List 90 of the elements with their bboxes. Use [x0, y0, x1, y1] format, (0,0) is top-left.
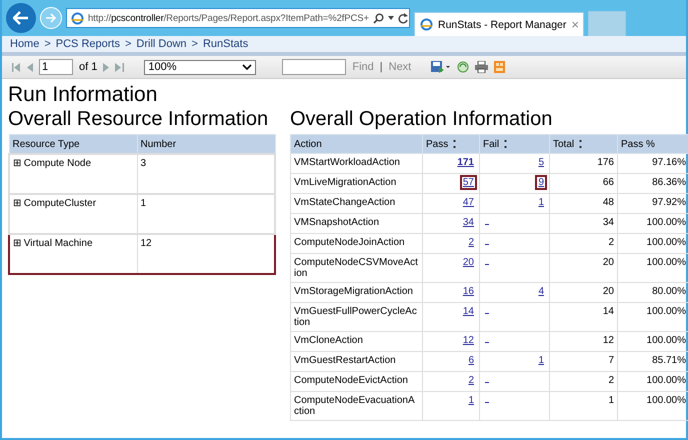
- breadcrumb-link[interactable]: Drill Down: [136, 38, 187, 50]
- table-cell: 66: [550, 174, 618, 194]
- table-cell[interactable]: ⊞ Virtual Machine: [9, 234, 137, 274]
- table-cell: VmCloneAction: [290, 332, 422, 352]
- address-bar[interactable]: http://pcscontroller/Reports/Pages/Report.aspx?ItemPath=%2fPCS+: [66, 8, 410, 28]
- forward-arrow-icon: [45, 13, 57, 23]
- column-header[interactable]: Pass: [422, 134, 480, 154]
- table-cell: ComputeNodeCSVMoveAction: [290, 254, 422, 282]
- print-icon[interactable]: [475, 61, 488, 73]
- refresh-icon[interactable]: [457, 61, 470, 73]
- table-cell: 2: [550, 372, 618, 392]
- table-cell: 1: [550, 392, 618, 420]
- save-icon[interactable]: [431, 61, 452, 73]
- page-count: of 1: [79, 61, 98, 73]
- table-cell: ComputeNodeEvictAction: [290, 372, 422, 392]
- fail-count-link[interactable]: 9: [535, 175, 547, 190]
- pass-count-link[interactable]: 12: [460, 333, 477, 348]
- table-cell: ComputeNodeEvacuationAction: [290, 392, 422, 420]
- url-host: pcscontroller: [111, 12, 164, 24]
- pass-count-link[interactable]: 1: [465, 393, 477, 408]
- fail-count-link[interactable]: 1: [535, 195, 547, 210]
- sort-icon[interactable]: [453, 140, 456, 148]
- caret-icon[interactable]: [388, 16, 394, 20]
- caret-icon: [242, 64, 252, 70]
- refresh-icon[interactable]: [398, 12, 408, 24]
- fail-count-link[interactable]: 4: [535, 284, 547, 299]
- back-arrow-icon: [13, 11, 29, 25]
- table-cell: 12: [137, 234, 275, 274]
- breadcrumb-separator: >: [124, 38, 132, 50]
- globe-icon: [71, 12, 84, 24]
- section-heading: Overall Operation Information: [290, 107, 554, 131]
- pass-count-link[interactable]: 57: [460, 175, 477, 190]
- table-cell: VmGuestRestartAction: [290, 352, 422, 372]
- column-header[interactable]: Total: [550, 134, 618, 154]
- table-cell: ComputeNodeJoinAction: [290, 234, 422, 254]
- pass-count-link[interactable]: 20: [460, 255, 477, 270]
- url-path: /Reports/Pages/Report.aspx?ItemPath=%2fPCS+: [164, 12, 369, 24]
- pass-count-link[interactable]: 47: [460, 195, 477, 210]
- close-tab-button[interactable]: ×: [571, 17, 579, 32]
- breadcrumb-separator: >: [44, 38, 51, 50]
- browser-tab[interactable]: RunStats - Report Manager ×: [414, 12, 584, 36]
- table-cell: 3: [137, 154, 275, 194]
- globe-icon: [420, 18, 433, 31]
- pass-count-link[interactable]: 2: [465, 373, 477, 388]
- table-cell: VmLiveMigrationAction: [290, 174, 422, 194]
- find-field[interactable]: [282, 59, 346, 75]
- fail-count-link[interactable]: 1: [535, 353, 547, 368]
- column-header: Action: [290, 134, 422, 154]
- fail-count-link[interactable]: 5: [535, 155, 547, 170]
- table-cell: VmStateChangeAction: [290, 194, 422, 214]
- search-icon[interactable]: [372, 12, 384, 24]
- table-cell[interactable]: ⊞ ComputeCluster: [9, 194, 137, 234]
- pass-count-link[interactable]: 16: [460, 284, 477, 299]
- table-cell: 34: [550, 214, 618, 234]
- zoom-dropdown[interactable]: 100%: [144, 60, 256, 74]
- table-cell: VMSnapshotAction: [290, 214, 422, 234]
- table-cell: 48: [550, 194, 618, 214]
- table-cell: VMStartWorkloadAction: [290, 154, 422, 174]
- breadcrumb-link[interactable]: RunStats: [202, 38, 248, 50]
- table-cell[interactable]: ⊞ Compute Node: [9, 154, 137, 194]
- column-header: Pass %: [618, 134, 688, 154]
- pass-count-link[interactable]: 34: [460, 215, 477, 230]
- table-cell: 20: [550, 282, 618, 302]
- table-cell: 7: [550, 352, 618, 372]
- table-cell: 14: [550, 302, 618, 332]
- report-title: Run Information: [8, 83, 158, 107]
- section-heading: Overall Resource Information: [8, 107, 270, 131]
- pass-count-link[interactable]: 2: [465, 235, 477, 250]
- url-scheme: http://: [88, 12, 112, 24]
- back-button[interactable]: [6, 3, 36, 33]
- table-cell: 1: [137, 194, 275, 234]
- pass-count-link[interactable]: 171: [454, 155, 477, 170]
- table-cell: VmStorageMigrationAction: [290, 282, 422, 302]
- column-header: Resource Type: [9, 134, 137, 154]
- table-cell: 20: [550, 254, 618, 282]
- column-header[interactable]: Fail: [480, 134, 550, 154]
- breadcrumb-link[interactable]: PCS Reports: [56, 38, 120, 50]
- column-header: Number: [137, 134, 275, 154]
- sort-icon[interactable]: [504, 140, 508, 148]
- pass-count-link[interactable]: 14: [460, 304, 477, 319]
- toolbar-separator: |: [380, 61, 383, 73]
- table-cell: 176: [550, 154, 618, 174]
- page-number-field[interactable]: 1: [39, 59, 73, 75]
- breadcrumb-separator: >: [192, 38, 198, 50]
- pass-count-link[interactable]: 6: [465, 353, 477, 368]
- table-cell: 2: [550, 234, 618, 254]
- sort-icon[interactable]: [579, 140, 582, 148]
- table-cell: 12: [550, 332, 618, 352]
- breadcrumb-link[interactable]: Home: [10, 38, 40, 50]
- table-cell: VmGuestFullPowerCycleAction: [290, 302, 422, 332]
